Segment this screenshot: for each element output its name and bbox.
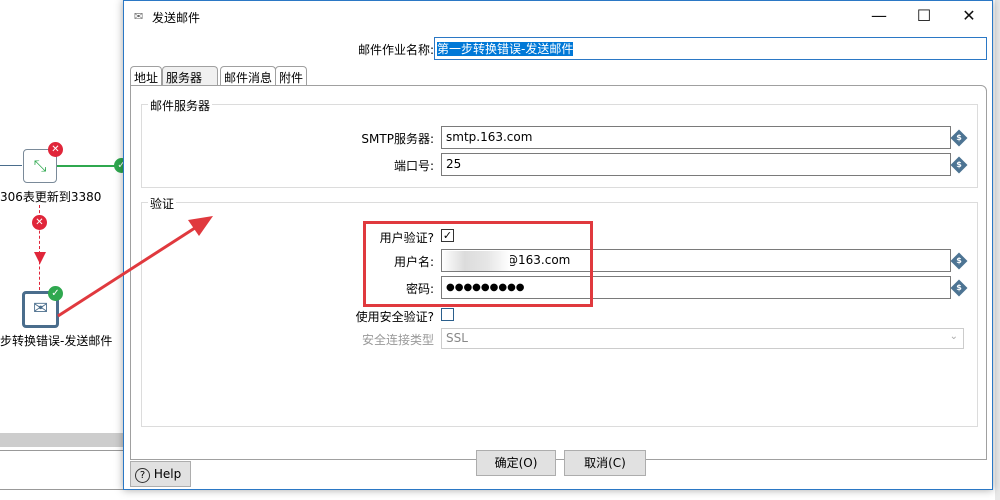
annotation-arrow-icon <box>57 216 213 318</box>
